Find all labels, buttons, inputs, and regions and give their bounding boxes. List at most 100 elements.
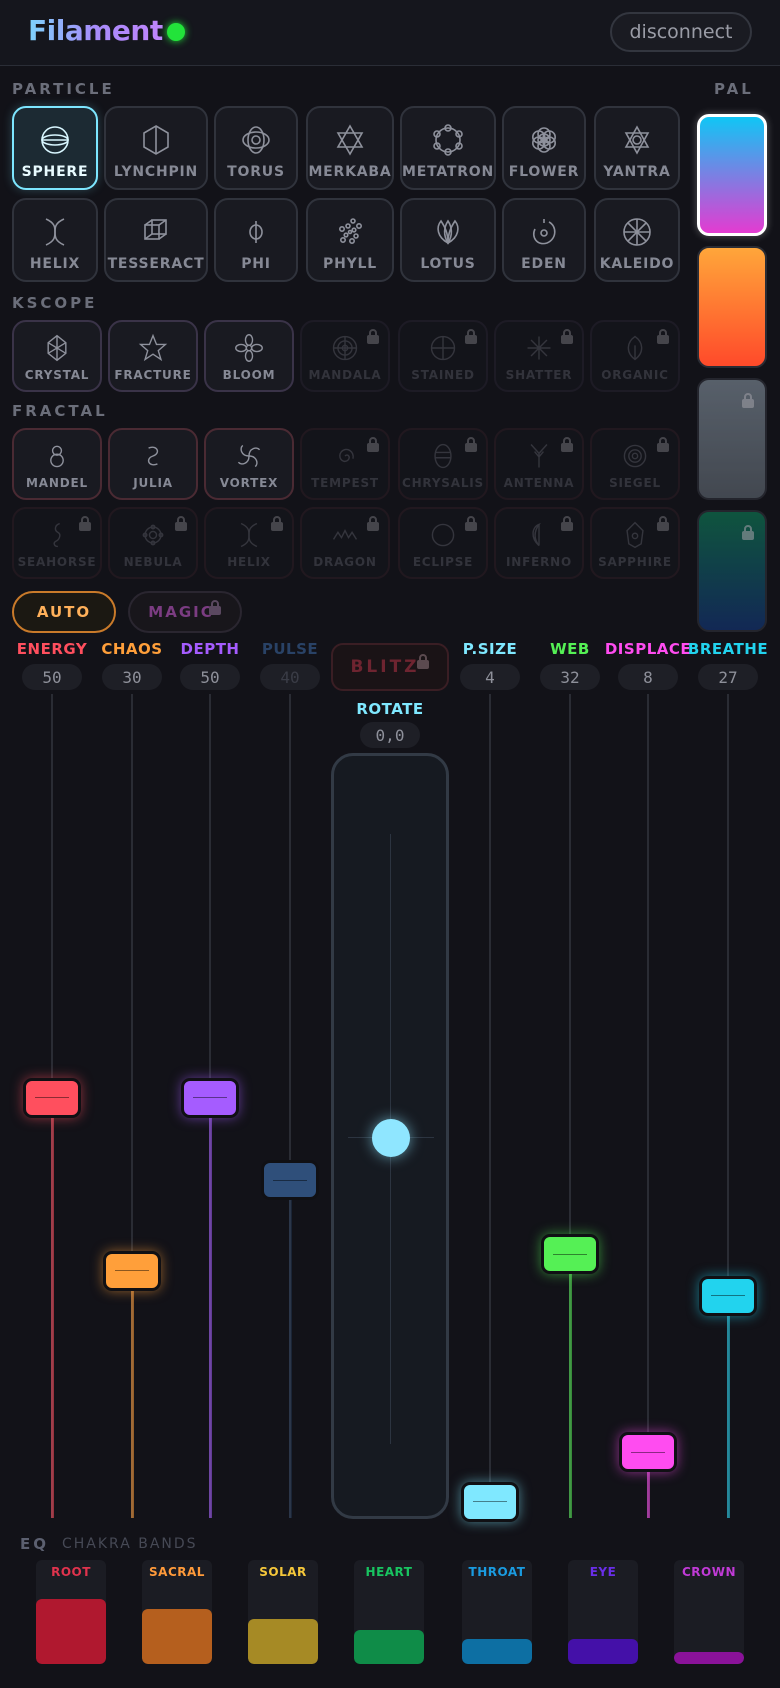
lock-icon	[741, 524, 755, 540]
mode-tile-shatter[interactable]: SHATTER	[494, 320, 584, 392]
eq-band-level	[248, 1619, 318, 1664]
mode-tile-label: INFERNO	[506, 555, 572, 569]
tempest-spiral-icon	[329, 440, 361, 472]
mode-tile-tesseract[interactable]: TESSERACT	[104, 198, 208, 282]
antenna-icon	[523, 440, 555, 472]
fader-fill	[50, 1097, 54, 1518]
mode-tile-inferno[interactable]: INFERNO	[494, 507, 584, 579]
palette-swatch-cyan-magenta[interactable]	[697, 114, 767, 236]
mode-tile-label: CHRYSALIS	[401, 476, 484, 490]
fader-label-depth: DEPTH	[180, 640, 240, 658]
mode-tile-stained[interactable]: STAINED	[398, 320, 488, 392]
mode-tile-eden[interactable]: EDEN	[502, 198, 586, 282]
mode-tile-dragon[interactable]: DRAGON	[300, 507, 390, 579]
mode-tile-fracture[interactable]: FRACTURE	[108, 320, 198, 392]
mode-tile-eclipse[interactable]: ECLIPSE	[398, 507, 488, 579]
fader-track[interactable]	[647, 694, 649, 1518]
mode-tile-phyll[interactable]: PHYLL	[306, 198, 394, 282]
fader-track[interactable]	[489, 694, 491, 1518]
fader-knob-pulse[interactable]	[261, 1160, 319, 1201]
auto-mode-button[interactable]: AUTO	[12, 591, 116, 633]
mode-tile-bloom[interactable]: BLOOM	[204, 320, 294, 392]
mode-tile-helix[interactable]: HELIX	[12, 198, 98, 282]
mode-tile-merkaba[interactable]: MERKABA	[306, 106, 394, 190]
metatron-cube-icon	[430, 122, 466, 158]
kscope-section-label: KSCOPE	[12, 294, 98, 312]
mode-tile-label: SHATTER	[505, 368, 573, 382]
fader-fill	[568, 1254, 572, 1518]
mode-tile-label: KALEIDO	[599, 256, 675, 272]
fader-knob-web[interactable]	[541, 1234, 599, 1275]
mode-tile-helix[interactable]: HELIX	[204, 507, 294, 579]
fractal-section-label: FRACTAL	[12, 402, 108, 420]
mode-tile-label: LOTUS	[420, 256, 476, 272]
eq-band-name: HEART	[365, 1565, 413, 1579]
fader-knob-depth[interactable]	[181, 1077, 239, 1118]
lock-icon	[174, 515, 188, 531]
fader-knob-displace[interactable]	[619, 1432, 677, 1473]
magic-mode-button[interactable]: MAGIC	[128, 591, 242, 633]
mode-tile-metatron[interactable]: METATRON	[400, 106, 496, 190]
mode-tile-crystal[interactable]: CRYSTAL	[12, 320, 102, 392]
mode-tile-antenna[interactable]: ANTENNA	[494, 428, 584, 500]
lock-icon	[464, 436, 478, 452]
mode-tile-sapphire[interactable]: SAPPHIRE	[590, 507, 680, 579]
lock-icon	[656, 328, 670, 344]
mode-tile-kaleido[interactable]: KALEIDO	[594, 198, 680, 282]
mode-tile-yantra[interactable]: YANTRA	[594, 106, 680, 190]
fader-label-pulse: PULSE	[261, 640, 319, 658]
mode-tile-lynchpin[interactable]: LYNCHPIN	[104, 106, 208, 190]
eq-band-level	[568, 1639, 638, 1664]
eq-band-name: THROAT	[468, 1565, 526, 1579]
blitz-button[interactable]: BLITZ	[331, 643, 449, 691]
palette-swatch-gray[interactable]	[697, 378, 767, 500]
mode-tile-phi[interactable]: PHI	[214, 198, 298, 282]
torus-icon	[238, 122, 274, 158]
lock-icon	[208, 599, 222, 615]
rotate-value: 0,0	[360, 722, 420, 748]
palette-swatch-orange-red[interactable]	[697, 246, 767, 368]
disconnect-button[interactable]: disconnect	[610, 12, 752, 52]
mode-tile-julia[interactable]: JULIA	[108, 428, 198, 500]
mode-tile-label: BLOOM	[222, 368, 276, 382]
yantra-icon	[619, 122, 655, 158]
lock-icon	[464, 328, 478, 344]
lock-icon	[366, 515, 380, 531]
mode-tile-organic[interactable]: ORGANIC	[590, 320, 680, 392]
kaleidoscope-wheel-icon	[619, 214, 655, 250]
mode-tile-seahorse[interactable]: SEAHORSE	[12, 507, 102, 579]
sapphire-gem-icon	[619, 519, 651, 551]
mode-tile-flower[interactable]: FLOWER	[502, 106, 586, 190]
mode-tile-lotus[interactable]: LOTUS	[400, 198, 496, 282]
eq-band-level	[142, 1609, 212, 1664]
mode-tile-mandala[interactable]: MANDALA	[300, 320, 390, 392]
hexagon-prism-icon	[138, 122, 174, 158]
mode-tile-nebula[interactable]: NEBULA	[108, 507, 198, 579]
mode-tile-label: PHYLL	[323, 256, 377, 272]
vortex-icon	[233, 440, 265, 472]
fader-knob-energy[interactable]	[23, 1077, 81, 1118]
lock-icon	[656, 436, 670, 452]
mode-tile-sphere[interactable]: SPHERE	[12, 106, 98, 190]
fader-knob-psize[interactable]	[461, 1481, 519, 1522]
eq-band-level	[36, 1599, 106, 1664]
mode-tile-label: MANDALA	[308, 368, 382, 382]
fader-knob-breathe[interactable]	[699, 1275, 757, 1316]
mode-tile-label: VORTEX	[219, 476, 279, 490]
mode-tile-mandel[interactable]: MANDEL	[12, 428, 102, 500]
fader-fill	[288, 1180, 292, 1518]
julia-swirl-icon	[137, 440, 169, 472]
mode-tile-tempest[interactable]: TEMPEST	[300, 428, 390, 500]
inferno-icon	[523, 519, 555, 551]
mode-tile-torus[interactable]: TORUS	[214, 106, 298, 190]
fader-knob-chaos[interactable]	[103, 1250, 161, 1291]
palette-swatch-green-blue[interactable]	[697, 510, 767, 632]
mode-tile-siegel[interactable]: SIEGEL	[590, 428, 680, 500]
mode-tile-chrysalis[interactable]: CHRYSALIS	[398, 428, 488, 500]
fader-value-breathe: 27	[698, 664, 758, 690]
mode-tile-vortex[interactable]: VORTEX	[204, 428, 294, 500]
rotate-pad-handle[interactable]	[372, 1119, 410, 1157]
fader-fill	[208, 1097, 212, 1518]
rotate-xy-pad[interactable]	[331, 753, 449, 1519]
mode-tile-label: ORGANIC	[601, 368, 669, 382]
